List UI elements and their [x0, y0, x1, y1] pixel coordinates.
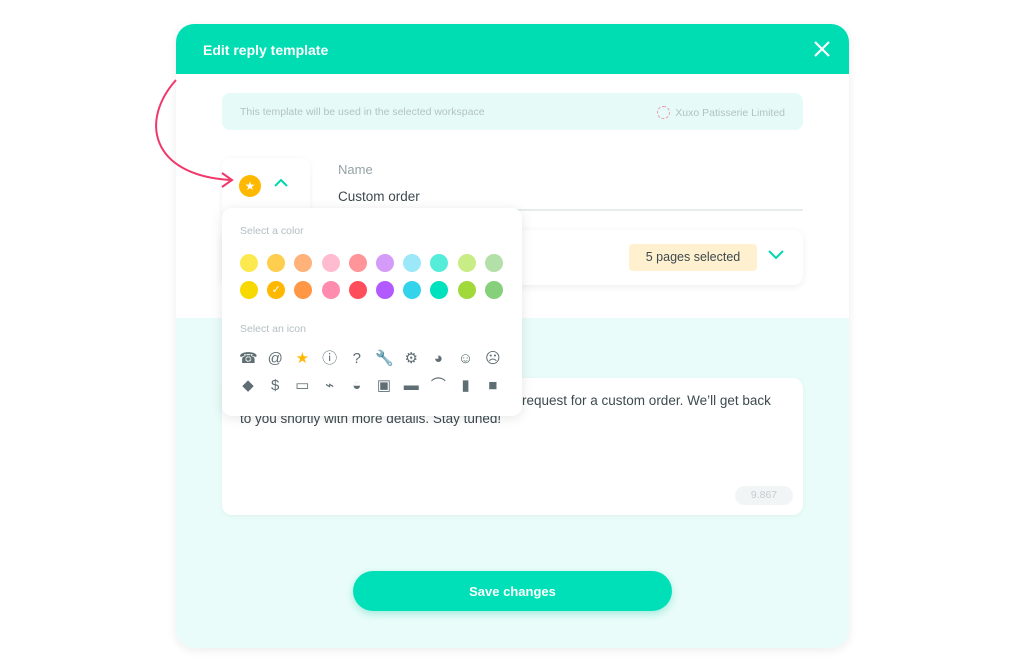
wrench-icon[interactable]: 🔧: [375, 350, 394, 368]
pages-selected-badge: 5 pages selected: [629, 244, 757, 271]
color-swatch[interactable]: [484, 281, 503, 299]
workspace-info-bar: This template will be used in the select…: [222, 93, 803, 130]
briefcase-icon[interactable]: ■: [484, 377, 502, 395]
info-icon[interactable]: ⓘ: [321, 350, 339, 368]
color-swatch[interactable]: [376, 254, 394, 272]
color-swatch[interactable]: [457, 281, 476, 299]
color-swatch[interactable]: [294, 281, 313, 299]
color-swatch[interactable]: [240, 281, 258, 299]
star-icon[interactable]: ★: [293, 350, 311, 368]
color-swatch[interactable]: [348, 254, 367, 272]
selected-star-icon[interactable]: ★: [239, 175, 261, 197]
gear-icon[interactable]: ⚙: [402, 350, 420, 368]
credit-card-icon[interactable]: ▭: [293, 377, 311, 395]
color-swatch[interactable]: [430, 281, 449, 299]
select-icon-label: Select an icon: [240, 323, 306, 335]
dollar-icon[interactable]: $: [266, 377, 284, 395]
file-icon[interactable]: ▮: [457, 377, 475, 395]
workspace-icon: [657, 106, 671, 119]
select-color-label: Select a color: [240, 225, 304, 237]
close-icon[interactable]: [813, 40, 831, 58]
color-swatch[interactable]: [403, 281, 422, 299]
workspace-name: Xuxo Patisserie Limited: [675, 106, 785, 119]
frown-icon[interactable]: ☹: [484, 350, 502, 368]
phone-icon[interactable]: ☎: [239, 350, 258, 368]
color-swatch[interactable]: [267, 254, 286, 272]
basket-icon[interactable]: ◒: [348, 377, 366, 395]
save-changes-button[interactable]: Save changes: [353, 571, 672, 611]
smile-icon[interactable]: ☺: [457, 350, 475, 368]
color-swatch[interactable]: [240, 254, 258, 272]
tag-icon[interactable]: ◆: [239, 377, 257, 395]
question-icon[interactable]: ?: [348, 350, 366, 368]
modal-title: Edit reply template: [203, 42, 329, 58]
icon-color-picker-popup: Select a color ✓ Select an icon ☎ @ ★ ⓘ? 🔧 ⚙ ◕…: [222, 208, 522, 416]
modal-header: Edit reply template: [176, 24, 849, 74]
color-swatch[interactable]: [376, 281, 394, 299]
cart-icon[interactable]: ⌁: [321, 377, 339, 395]
chevron-up-icon[interactable]: [274, 178, 288, 187]
color-swatch[interactable]: [484, 254, 503, 272]
name-input[interactable]: Custom order: [338, 189, 420, 204]
message-line-1: request for a custom order. We’ll get ba…: [522, 393, 771, 408]
color-swatch[interactable]: [457, 254, 476, 272]
at-icon[interactable]: @: [266, 350, 284, 368]
package-icon[interactable]: ▣: [375, 377, 393, 395]
color-swatch[interactable]: ✓: [267, 281, 286, 299]
paperclip-icon[interactable]: ⌒: [429, 377, 447, 395]
character-counter: 9.867: [735, 486, 793, 505]
color-swatch[interactable]: [294, 254, 313, 272]
chevron-down-icon[interactable]: [768, 250, 784, 260]
name-label: Name: [338, 162, 373, 177]
color-swatch[interactable]: [321, 281, 340, 299]
globe-icon[interactable]: ◕: [429, 350, 447, 368]
truck-icon[interactable]: ▬: [402, 377, 420, 395]
color-swatch[interactable]: [430, 254, 449, 272]
color-swatch[interactable]: [403, 254, 422, 272]
color-swatch[interactable]: [321, 254, 340, 272]
color-swatch[interactable]: [348, 281, 367, 299]
workspace-info-text: This template will be used in the select…: [240, 106, 485, 118]
